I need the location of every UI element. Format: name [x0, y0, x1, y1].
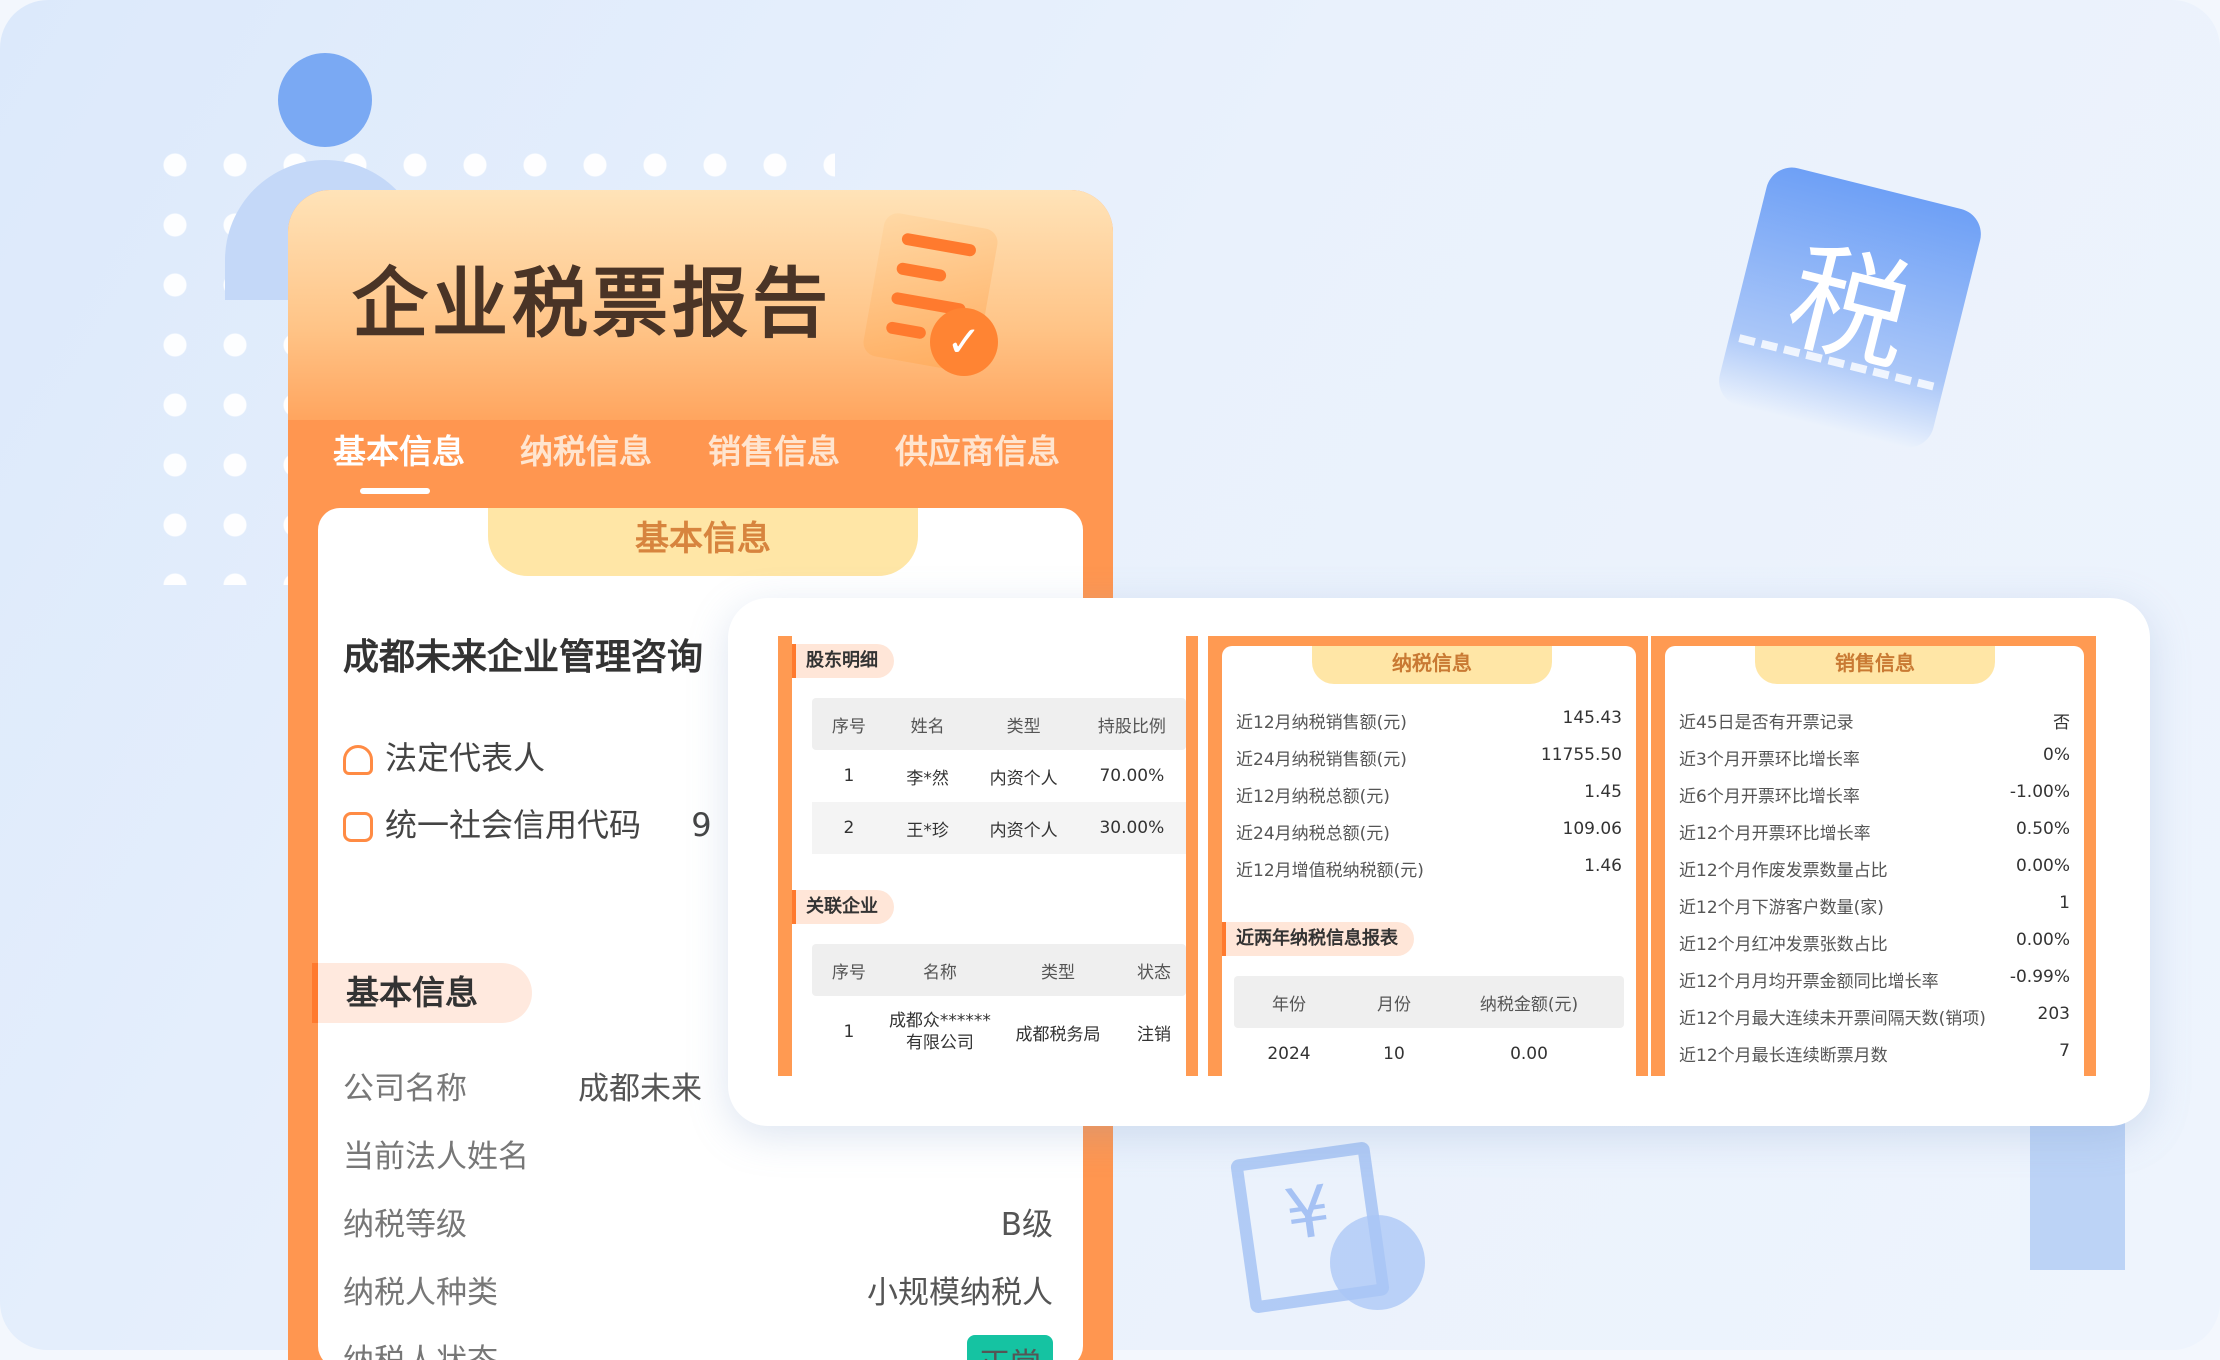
- tax-info-list: 近12月纳税销售额(元) 145.43 近24月纳税销售额(元) 11755.50 …: [1236, 708, 1622, 893]
- table-row: 1 李*然 内资个人 70.00%: [843, 766, 1165, 789]
- report-header: 企业税票报告 ✓: [288, 190, 1113, 420]
- kv-tax-grade: 纳税等级 B级: [343, 1207, 1053, 1243]
- report-title: 企业税票报告: [352, 259, 832, 348]
- card-icon: [343, 812, 373, 842]
- shareholder-table: 序号 姓名 类型 持股比例 1 李*然 内资个人 70.00% 2 王*珍 内资…: [812, 698, 1186, 854]
- tax-info-column: 纳税信息 近12月纳税销售额(元) 145.43 近24月纳税销售额(元) 1175…: [1208, 636, 1648, 1076]
- list-item: 近12月纳税总额(元) 1.45: [1236, 782, 1622, 807]
- related-table: 序号 名称 类型 状态 1 成都众******有限公司 成都税务局 注销: [812, 944, 1186, 1068]
- legal-rep-row: 法定代表人: [343, 733, 545, 779]
- table-header: 年份 月份 纳税金额(元): [1234, 976, 1624, 1028]
- credit-code-value: 9: [691, 806, 712, 844]
- kv-taxpayer-status: 纳税人状态正常: [343, 1335, 1053, 1360]
- kv-legal-name: 当前法人姓名: [343, 1139, 529, 1175]
- tab-supplier-info[interactable]: 供应商信息: [895, 425, 1060, 473]
- list-item: 近12月增值税纳税额(元) 1.46: [1236, 856, 1622, 881]
- company-name: 成都未来企业管理咨询: [343, 637, 704, 678]
- list-item: 近12个月最长连续断票月数 7: [1679, 1041, 2070, 1066]
- tax-report-table: 年份 月份 纳税金额(元) 2024 10 0.00: [1234, 976, 1624, 1076]
- list-item: 近6个月开票环比增长率 -1.00%: [1679, 782, 2070, 807]
- credit-code-row: 统一社会信用代码 9: [343, 800, 712, 846]
- tab-bar: 基本信息 纳税信息 销售信息 供应商信息: [288, 425, 1113, 485]
- list-item: 近12个月红冲发票张数占比 0.00%: [1679, 930, 2070, 955]
- table-header: 序号 姓名 类型 持股比例: [812, 698, 1186, 750]
- detail-panel: 股东明细 序号 姓名 类型 持股比例 1 李*然 内资个人 70.00% 2 王…: [728, 598, 2150, 1126]
- table-header: 序号 名称 类型 状态: [812, 944, 1186, 996]
- shareholder-title: 股东明细: [792, 644, 894, 678]
- tab-tax-info[interactable]: 纳税信息: [520, 425, 652, 473]
- card-header: 基本信息: [488, 508, 918, 576]
- person-icon: [343, 745, 373, 775]
- tax-info-header: 纳税信息: [1312, 646, 1552, 684]
- sales-info-header: 销售信息: [1755, 646, 1995, 684]
- sales-info-list: 近45日是否有开票记录否 近3个月开票环比增长率 0% 近6个月开票环比增长率 -1…: [1679, 708, 2070, 1076]
- tax-report-title: 近两年纳税信息报表: [1222, 922, 1414, 956]
- list-item: 近24月纳税销售额(元) 11755.50: [1236, 745, 1622, 770]
- clock-icon: [1330, 1215, 1425, 1310]
- person-icon-head: [278, 53, 372, 147]
- legal-rep-label: 法定代表人: [385, 739, 546, 777]
- check-icon: ✓: [930, 308, 998, 376]
- list-item: 近12个月开票环比增长率 0.50%: [1679, 819, 2070, 844]
- list-item: 近12个月作废发票数量占比 0.00%: [1679, 856, 2070, 881]
- section-title-basic: 基本信息: [312, 963, 532, 1023]
- related-title: 关联企业: [792, 890, 894, 924]
- tab-sales-info[interactable]: 销售信息: [708, 425, 840, 473]
- sales-info-column: 销售信息 近45日是否有开票记录否 近3个月开票环比增长率 0% 近6个月开票环比…: [1651, 636, 2096, 1076]
- table-row: 1 成都众******有限公司 成都税务局 注销: [843, 1011, 1172, 1053]
- tab-basic-info[interactable]: 基本信息: [333, 425, 465, 473]
- shareholder-column: 股东明细 序号 姓名 类型 持股比例 1 李*然 内资个人 70.00% 2 王…: [778, 636, 1198, 1076]
- list-item: 近24月纳税总额(元) 109.06: [1236, 819, 1622, 844]
- list-item: 近3个月开票环比增长率 0%: [1679, 745, 2070, 770]
- list-item: 近12个月下游客户数量(家) 1: [1679, 893, 2070, 918]
- list-item: 近12个月最大连续未开票间隔天数(销项) 203: [1679, 1004, 2070, 1029]
- tax-ticket-icon: 税: [1713, 162, 1987, 453]
- list-item: 近45日是否有开票记录否: [1679, 713, 2070, 733]
- table-row: 2024 10 0.00: [1267, 1044, 1548, 1064]
- list-item: 近12个月月均开票金额同比增长率 -0.99%: [1679, 967, 2070, 992]
- kv-taxpayer-type: 纳税人种类 小规模纳税人: [343, 1275, 1053, 1311]
- status-badge: 正常: [967, 1335, 1053, 1360]
- credit-code-label: 统一社会信用代码: [385, 806, 642, 844]
- active-tab-indicator: [360, 488, 430, 494]
- table-row: 2 王*珍 内资个人 30.00%: [812, 802, 1186, 854]
- list-item: 近12月纳税销售额(元) 145.43: [1236, 708, 1622, 733]
